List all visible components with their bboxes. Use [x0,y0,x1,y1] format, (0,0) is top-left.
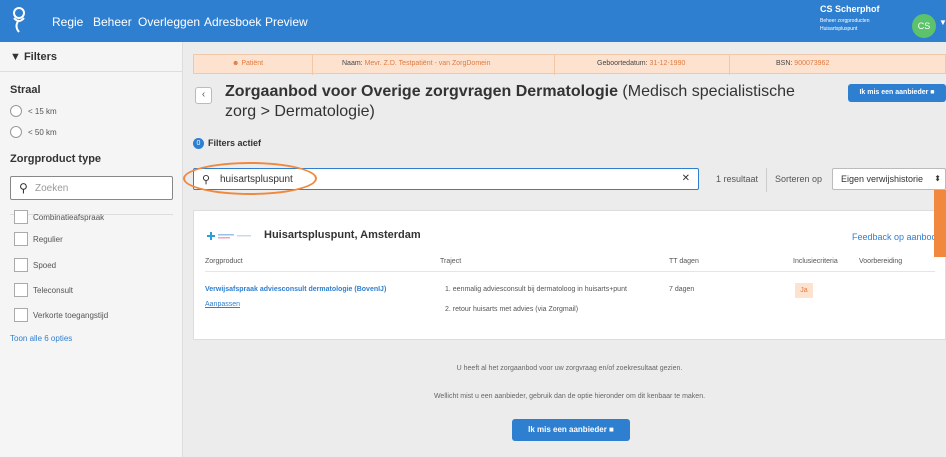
sort-label: Sorteren op [775,174,823,184]
chevron-down-icon[interactable]: ▼ [939,18,946,27]
bsn-value: 900073962 [794,60,830,67]
nav-item-overleggen[interactable]: Overleggen [138,15,200,29]
filters-title: Filters [23,51,57,63]
user-organization: Huisartspluspunt [820,26,858,32]
inclusion-criteria-badge[interactable]: Ja [795,283,813,298]
divider [766,168,767,192]
funnel-icon: ▼ [10,51,21,63]
user-role: Beheer zorgproducten [820,18,870,24]
back-button[interactable]: ‹ [195,87,212,104]
clear-search-icon[interactable]: ✕ [682,173,690,184]
select-arrows-icon: ⬍ [934,174,941,183]
checkbox-combinatieafspraak[interactable] [14,210,28,224]
checkbox-label-regulier: Regulier [33,235,63,244]
checkbox-label-spoed: Spoed [33,261,57,270]
user-avatar[interactable]: CS [912,14,936,38]
tt-days-value: 7 dagen [669,286,695,293]
zorgproduct-type-heading: Zorgproduct type [10,153,102,165]
divider [312,55,313,75]
traject-step-1: 1. eenmalig adviesconsult bij dermatoloo… [445,286,627,293]
user-name: CS Scherphof [820,4,880,14]
missing-provider-button-bottom[interactable]: Ik mis een aanbieder ■ [512,419,630,441]
provider-name: Huisartspluspunt, Amsterdam [264,229,421,241]
product-type-search-input[interactable]: ⚲ Zoeken [10,176,173,200]
column-header-voorbereiding: Voorbereiding [859,258,903,265]
sort-select[interactable]: Eigen verwijshistorie ⬍ [832,168,946,190]
column-header-inclusiecriteria: Inclusiecriteria [793,258,838,265]
radio-label-50km: < 50 km [28,128,57,137]
column-header-traject: Traject [440,258,462,265]
column-header-zorgproduct: Zorgproduct [205,258,243,265]
checkbox-label-verkorte-toegangstijd: Verkorte toegangstijd [33,311,109,320]
missing-provider-button-top[interactable]: Ik mis een aanbieder ■ [848,84,946,102]
checkbox-label-teleconsult: Teleconsult [33,286,74,295]
patient-label: Patiënt [241,60,264,67]
checkbox-spoed[interactable] [14,258,28,272]
checkbox-verkorte-toegangstijd[interactable] [14,308,28,322]
column-header-tt-dagen: TT dagen [669,258,699,265]
patient-info-bar: ☻ Patiënt Naam: Mevr. Z.D. Testpatiënt -… [193,54,946,75]
all-results-seen-message: U heeft al het zorgaanbod voor uw zorgvr… [456,365,683,372]
active-filter-count-badge: 0 [193,138,204,149]
birthdate-value: 31-12-1990 [649,60,686,67]
checkbox-teleconsult[interactable] [14,283,28,297]
result-count: 1 resultaat [716,174,759,184]
patient-name-value: Mevr. Z.D. Testpatiënt - van ZorgDomein [364,60,491,67]
building-icon: ■ [609,425,614,434]
filters-header: ▼ Filters [0,42,183,72]
sort-select-value: Eigen verwijshistorie [841,174,924,184]
radio-label-15km: < 15 km [28,107,57,116]
patient-name-label: Naam: [342,60,363,67]
traject-step-2: 2. retour huisarts met advies (via Zorgm… [445,306,579,313]
missing-provider-button-label: Ik mis een aanbieder [859,89,929,96]
app-logo-icon[interactable] [8,6,30,34]
checkbox-label-combinatieafspraak: Combinatieafspraak [33,213,105,222]
product-link[interactable]: Verwijsafspraak adviesconsult dermatolog… [205,286,386,293]
nav-item-beheer[interactable]: Beheer [93,15,132,29]
divider [729,55,730,75]
nav-item-preview[interactable]: Preview [265,15,308,29]
feedback-side-tab[interactable] [934,190,946,257]
adjust-link[interactable]: Aanpassen [205,301,240,308]
missing-provider-button-label: Ik mis een aanbieder [528,425,607,434]
missing-provider-hint: Wellicht mist u een aanbieder, gebruik d… [433,393,706,400]
search-icon: ⚲ [19,181,28,195]
birthdate-label: Geboortedatum: [597,60,648,67]
filter-sidebar: ▼ Filters Straal < 15 km < 50 km Zorgpro… [0,42,183,457]
show-all-options-link[interactable]: Toon alle 6 opties [10,334,72,343]
bsn-label: BSN: [776,60,793,67]
highlight-annotation [183,162,317,195]
feedback-link[interactable]: Feedback op aanbod [852,232,937,242]
radio-15km[interactable] [10,105,22,117]
person-icon: ☻ [232,60,240,67]
chevron-left-icon: ‹ [201,89,206,100]
page-title-main: Zorgaanbod voor Overige zorgvragen Derma… [225,83,618,100]
divider [554,55,555,75]
radio-50km[interactable] [10,126,22,138]
building-icon: ■ [930,89,935,96]
provider-logo-icon [207,232,251,240]
active-filters-label: Filters actief [208,138,262,148]
nav-item-adresboek[interactable]: Adresboek [204,15,261,29]
page-title: Zorgaanbod voor Overige zorgvragen Derma… [225,82,825,122]
nav-item-regie[interactable]: Regie [52,15,83,29]
straal-heading: Straal [10,84,41,96]
divider [205,271,935,272]
search-placeholder: Zoeken [35,183,69,194]
top-navigation-bar: Regie Beheer Overleggen Adresboek Previe… [0,0,946,42]
checkbox-regulier[interactable] [14,232,28,246]
